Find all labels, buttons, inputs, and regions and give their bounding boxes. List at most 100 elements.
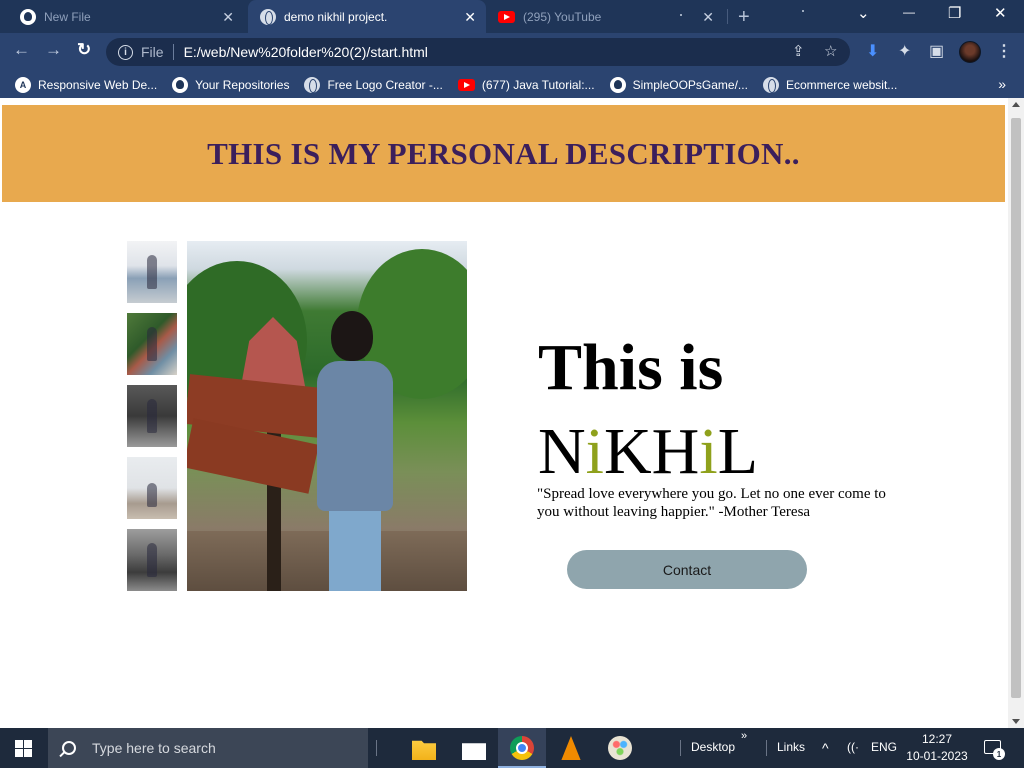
tab-title: New File: [44, 9, 91, 24]
reload-button[interactable]: ↻: [77, 40, 91, 60]
tab-title: (295) YouTube: [523, 9, 602, 24]
tab-demo-nikhil-project[interactable]: demo nikhil project. ✕: [248, 0, 486, 33]
download-icon[interactable]: ⬇: [866, 41, 879, 61]
taskbar-clock[interactable]: 12:27 10-01-2023: [905, 731, 969, 765]
bookmark-label: Ecommerce websit...: [785, 77, 898, 92]
photo-person-body: [317, 361, 393, 511]
hero-name: NiKHiL: [538, 410, 758, 494]
paint-icon[interactable]: [608, 736, 632, 760]
bookmarks-more-button[interactable]: »: [998, 76, 1006, 92]
scroll-up-arrow-icon[interactable]: [1012, 102, 1020, 107]
vlc-icon[interactable]: [561, 736, 581, 760]
bookmark-star-icon[interactable]: ☆: [824, 42, 837, 60]
windows-taskbar: Type here to search Desktop » Links ^ ((…: [0, 728, 1024, 768]
search-icon: [62, 741, 76, 755]
scroll-down-arrow-icon[interactable]: [1012, 719, 1020, 724]
thumbnail-figure: [147, 399, 157, 433]
file-explorer-icon[interactable]: [412, 740, 436, 760]
gallery-thumbnail[interactable]: [127, 241, 177, 303]
tab-new-file[interactable]: New File ✕: [8, 0, 244, 33]
address-url[interactable]: E:/web/New%20folder%20(2)/start.html: [184, 44, 428, 60]
bookmark-label: (677) Java Tutorial:...: [481, 77, 595, 92]
address-separator: [172, 44, 174, 60]
share-icon[interactable]: ⇪: [792, 42, 805, 60]
taskbar-separator: [376, 740, 377, 756]
restore-button[interactable]: ❐: [948, 4, 961, 22]
a-icon: A: [15, 76, 31, 93]
info-icon[interactable]: i: [118, 44, 133, 60]
bookmark-responsive-web-design[interactable]: A Responsive Web De...: [15, 76, 158, 93]
scroll-thumb[interactable]: [1011, 118, 1021, 698]
tab-close-icon[interactable]: ✕: [464, 9, 476, 26]
menu-icon[interactable]: ⋮: [996, 41, 1012, 61]
bookmark-label: SimpleOOPsGame/...: [632, 77, 748, 92]
name-letter-accent: i: [585, 415, 605, 488]
bookmark-label: Free Logo Creator -...: [327, 77, 443, 92]
tab-close-icon[interactable]: ✕: [702, 9, 714, 26]
tray-expand-icon[interactable]: ^: [822, 740, 829, 756]
wifi-icon[interactable]: ((·: [847, 740, 859, 754]
taskbar-search-box[interactable]: Type here to search: [48, 728, 368, 768]
minimize-button[interactable]: —: [903, 5, 915, 19]
gallery-thumbnail[interactable]: [127, 457, 177, 519]
gallery-thumbnail[interactable]: [127, 529, 177, 591]
forward-button[interactable]: →: [45, 40, 62, 60]
photo-person: [315, 311, 395, 591]
name-letter: KH: [604, 415, 700, 488]
bookmarks-bar: A Responsive Web De... Your Repositories…: [0, 71, 1024, 98]
profile-avatar[interactable]: [959, 41, 981, 63]
tab-title: demo nikhil project.: [284, 9, 388, 24]
github-icon: [20, 8, 36, 25]
gallery-thumbnail[interactable]: [127, 313, 177, 375]
youtube-icon: [498, 10, 515, 23]
language-indicator[interactable]: ENG: [871, 740, 897, 754]
tab-youtube[interactable]: (295) YouTube ✕: [488, 0, 724, 33]
bookmark-your-repositories[interactable]: Your Repositories: [172, 76, 290, 93]
chrome-taskbar-button[interactable]: [498, 728, 546, 768]
bookmark-simple-oops-game[interactable]: SimpleOOPsGame/...: [609, 76, 748, 93]
thumbnail-figure: [147, 543, 157, 577]
tab-dot: [680, 14, 682, 16]
header-banner: THIS IS MY PERSONAL DESCRIPTION..: [2, 105, 1005, 202]
bookmark-ecommerce-website[interactable]: Ecommerce websit...: [762, 76, 898, 93]
desktop-toolbar[interactable]: Desktop: [691, 740, 735, 754]
contact-button[interactable]: Contact: [567, 550, 807, 589]
links-toolbar[interactable]: Links: [777, 740, 805, 754]
globe-icon: [304, 76, 321, 93]
side-panel-icon[interactable]: ▣: [929, 41, 944, 61]
address-scheme: File: [141, 44, 164, 60]
globe-icon: [762, 76, 779, 93]
tab-separator: [727, 9, 728, 24]
bookmark-java-tutorial[interactable]: (677) Java Tutorial:...: [457, 77, 595, 92]
close-window-button[interactable]: ✕: [994, 4, 1007, 22]
windows-start-icon[interactable]: [15, 740, 32, 757]
extensions-icon[interactable]: ✦: [898, 41, 911, 61]
bookmark-label: Responsive Web De...: [38, 77, 158, 92]
photo-person-head: [331, 311, 373, 361]
chevron-icon[interactable]: »: [741, 730, 747, 742]
clock-time: 12:27: [921, 732, 953, 746]
clock-date: 10-01-2023: [906, 749, 968, 763]
page-title: THIS IS MY PERSONAL DESCRIPTION..: [207, 135, 800, 171]
thumbnail-figure: [147, 483, 157, 507]
name-letter: L: [717, 415, 759, 488]
tab-dot: [802, 10, 804, 12]
browser-tab-bar: New File ✕ demo nikhil project. ✕ (295) …: [0, 0, 1024, 33]
tab-search-dropdown-icon[interactable]: ⌄: [857, 4, 870, 22]
gallery-thumbnail[interactable]: [127, 385, 177, 447]
video-editor-icon[interactable]: [462, 743, 486, 760]
github-icon: [609, 76, 626, 93]
page-viewport: THIS IS MY PERSONAL DESCRIPTION.. This i…: [0, 98, 1008, 728]
new-tab-button[interactable]: +: [738, 6, 750, 29]
youtube-icon: [457, 78, 475, 91]
back-button[interactable]: ←: [13, 40, 30, 60]
address-bar[interactable]: i File E:/web/New%20folder%20(2)/start.h…: [106, 38, 850, 66]
tab-close-icon[interactable]: ✕: [222, 9, 234, 26]
bookmark-label: Your Repositories: [195, 77, 290, 92]
taskbar-separator: [680, 740, 681, 756]
name-letter: N: [538, 415, 586, 488]
bookmark-free-logo-creator[interactable]: Free Logo Creator -...: [304, 76, 443, 93]
taskbar-separator: [766, 740, 767, 756]
notification-badge: 1: [993, 748, 1005, 760]
page-scrollbar[interactable]: [1008, 98, 1024, 728]
